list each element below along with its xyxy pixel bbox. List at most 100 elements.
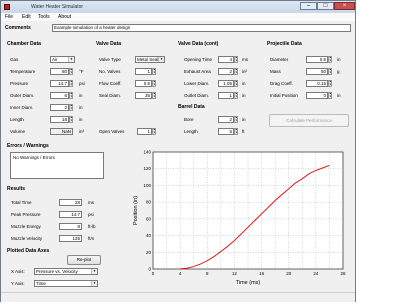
- comments-input[interactable]: Example simulation of a heater design: [52, 24, 351, 32]
- outer-diam-unit: in: [79, 93, 83, 98]
- valve-cont-header: Valve Data (cont): [178, 41, 219, 47]
- menu-tools[interactable]: Tools: [38, 14, 50, 20]
- proj-mass-unit: g: [337, 69, 340, 74]
- y-tick-label: 80: [146, 200, 152, 205]
- app-icon: [4, 4, 10, 10]
- muzzle-velocity-label: Muzzle Velocity: [11, 236, 43, 241]
- chevron-down-icon: ▼: [91, 281, 97, 286]
- errors-textbox[interactable]: No Warnings / Errors: [10, 152, 104, 179]
- maximize-button[interactable]: □: [317, 2, 334, 10]
- peak-pressure-readout: 14.7: [59, 211, 82, 218]
- length-spinner[interactable]: ▲ ▼: [69, 116, 73, 123]
- x-tick-label: 12: [232, 271, 238, 276]
- x-tick-label: 0: [152, 271, 155, 276]
- y-tick-label: 60: [146, 216, 152, 221]
- seal-diam-spinner[interactable]: ▲ ▼: [152, 92, 156, 99]
- opening-time-spinner[interactable]: ▲ ▼: [234, 56, 238, 63]
- y-axis-select[interactable]: Time ▼: [34, 280, 98, 287]
- muzzle-energy-readout: 8: [59, 223, 82, 230]
- lower-diam-spinner[interactable]: ▲ ▼: [234, 80, 238, 87]
- exhaust-area-label: Exhaust Area: [184, 69, 211, 74]
- opening-time-label: Opening Time: [184, 57, 213, 62]
- close-button[interactable]: ×: [334, 2, 355, 10]
- x-tick-label: 8: [206, 271, 209, 276]
- position-time-chart: 0 4 8 12 16 20 24 28020406080100120140Time (ms)…: [133, 150, 346, 287]
- valve-type-select[interactable]: Metal Seal ▼: [135, 56, 165, 63]
- length-unit: in: [79, 117, 83, 122]
- opening-time-input[interactable]: 4: [218, 56, 234, 63]
- barrel-length-input[interactable]: 5: [218, 128, 234, 135]
- proj-diameter-input[interactable]: 0.5: [306, 56, 328, 63]
- temperature-spinner[interactable]: ▲ ▼: [69, 68, 73, 75]
- barrel-length-spinner[interactable]: ▲ ▼: [234, 128, 238, 135]
- proj-mass-spinner[interactable]: ▲ ▼: [328, 68, 332, 75]
- chamber-header: Chamber Data: [7, 41, 41, 47]
- exhaust-area-input[interactable]: 2: [218, 68, 234, 75]
- pressure-input[interactable]: 14.7: [50, 80, 69, 87]
- volume-readout: NaN: [50, 128, 73, 135]
- outlet-diam-unit: in: [242, 93, 246, 98]
- open-valves-input[interactable]: 1: [137, 128, 152, 135]
- num-valves-input[interactable]: 1: [135, 68, 152, 75]
- total-time-readout: 28: [59, 199, 82, 206]
- inner-diam-input[interactable]: 2: [50, 104, 69, 111]
- lower-diam-label: Lower Diam.: [184, 81, 210, 86]
- calculate-performance-button[interactable]: Calculate Performance: [269, 114, 349, 127]
- exhaust-area-unit: in²: [242, 69, 248, 74]
- bore-spinner[interactable]: ▲ ▼: [234, 116, 238, 123]
- outlet-diam-spinner[interactable]: ▲ ▼: [234, 92, 238, 99]
- lower-diam-unit: in: [242, 81, 246, 86]
- flow-coeff-input[interactable]: 0.5: [135, 80, 152, 87]
- lower-diam-input[interactable]: 1.05: [218, 80, 234, 87]
- bore-input[interactable]: 2: [218, 116, 234, 123]
- x-tick-label: 16: [259, 271, 265, 276]
- window-title: Water Heater Simulator: [31, 4, 84, 10]
- outlet-diam-input[interactable]: 1: [218, 92, 234, 99]
- exhaust-area-spinner[interactable]: ▲ ▼: [234, 68, 238, 75]
- proj-diameter-label: Diameter: [270, 57, 289, 62]
- temperature-input[interactable]: 80: [50, 68, 69, 75]
- title-bar: Water Heater Simulator – □ ×: [1, 1, 355, 13]
- replot-button[interactable]: Re-plot: [67, 255, 101, 265]
- y-axis-label: Y Axis:: [11, 281, 25, 286]
- barrel-length-label: Length: [184, 129, 198, 134]
- temperature-label: Temperature: [10, 69, 36, 74]
- y-tick-label: 40: [146, 233, 152, 238]
- drag-coeff-spinner[interactable]: ▲ ▼: [328, 80, 332, 87]
- x-tick-label: 4: [179, 271, 182, 276]
- inner-diam-spinner[interactable]: ▲ ▼: [69, 104, 73, 111]
- init-position-input[interactable]: 0: [306, 92, 328, 99]
- menu-about[interactable]: About: [58, 14, 71, 20]
- x-axis-select[interactable]: Pressure vs. Velocity ▼: [34, 268, 98, 275]
- chevron-down-icon: ▼: [158, 57, 164, 62]
- seal-diam-input[interactable]: 35: [135, 92, 152, 99]
- menu-file[interactable]: File: [5, 14, 13, 20]
- valve-type-label: Valve Type: [99, 57, 121, 62]
- x-tick-label: 24: [313, 271, 319, 276]
- proj-mass-input[interactable]: 50: [306, 68, 328, 75]
- peak-pressure-unit: psi: [88, 212, 94, 217]
- outer-diam-input[interactable]: 6: [50, 92, 69, 99]
- seal-diam-label: Seal Diam.: [99, 93, 122, 98]
- pressure-spinner[interactable]: ▲ ▼: [69, 80, 73, 87]
- flow-coeff-spinner[interactable]: ▲ ▼: [152, 80, 156, 87]
- outer-diam-spinner[interactable]: ▲ ▼: [69, 92, 73, 99]
- menu-edit[interactable]: Edit: [22, 14, 31, 20]
- menu-bar: File Edit Tools About: [1, 13, 355, 21]
- y-tick-label: 120: [143, 166, 151, 171]
- comments-label: Comments: [5, 25, 31, 31]
- drag-coeff-input[interactable]: 0.15: [306, 80, 328, 87]
- length-input[interactable]: 18: [50, 116, 69, 123]
- gas-select[interactable]: Air ▼: [50, 56, 75, 63]
- barrel-header: Barrel Data: [178, 104, 205, 110]
- outlet-diam-label: Outlet Diam.: [184, 93, 210, 98]
- open-valves-spinner[interactable]: ▲ ▼: [152, 128, 156, 135]
- main-window: Water Heater Simulator – □ × File Edit T…: [0, 0, 356, 302]
- valve-header: Valve Data: [96, 41, 122, 47]
- minimize-button[interactable]: –: [300, 2, 317, 10]
- outer-diam-label: Outer Diam.: [10, 93, 35, 98]
- init-position-spinner[interactable]: ▲ ▼: [328, 92, 332, 99]
- proj-diameter-spinner[interactable]: ▲ ▼: [328, 56, 332, 63]
- muzzle-energy-unit: ft-lb: [88, 224, 96, 229]
- num-valves-spinner[interactable]: ▲ ▼: [152, 68, 156, 75]
